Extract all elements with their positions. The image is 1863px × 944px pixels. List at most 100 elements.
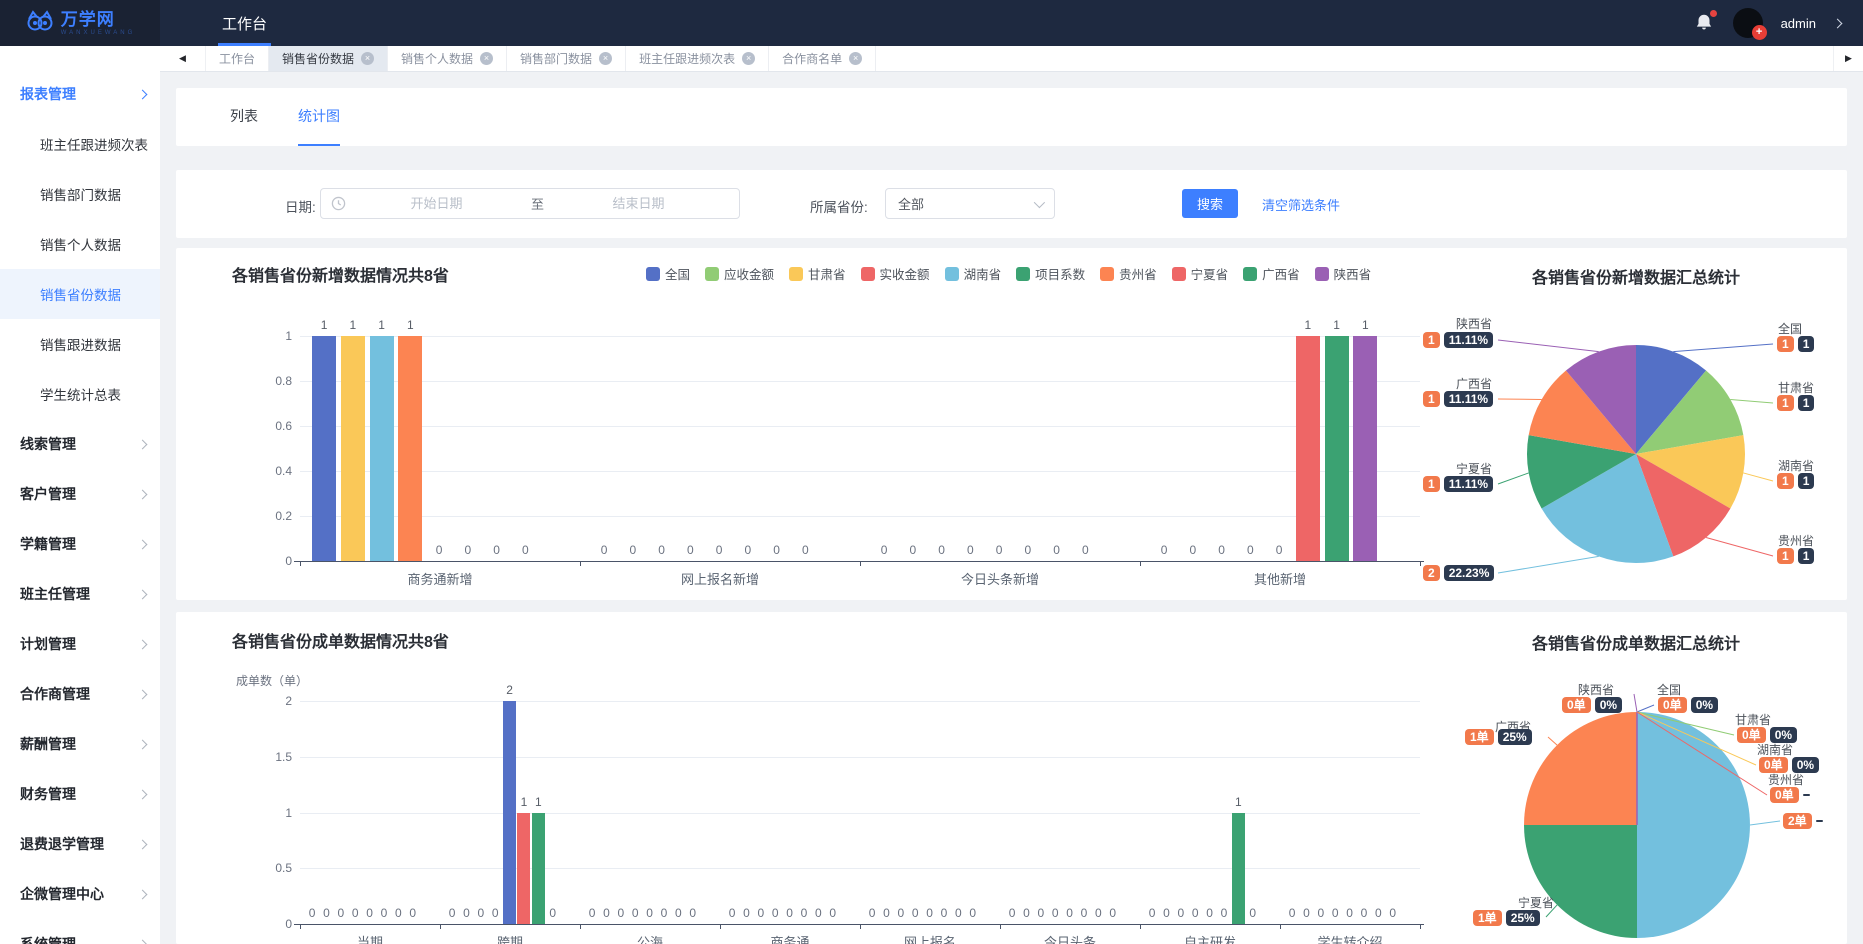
sidebar-menu: 报表管理班主任跟进频次表销售部门数据销售个人数据销售省份数据销售跟进数据学生统计…	[0, 69, 160, 944]
tab-scroll-left-icon[interactable]: ◀	[160, 46, 206, 71]
x-axis-tick	[1280, 924, 1281, 929]
user-menu-chevron-icon[interactable]	[1833, 18, 1843, 28]
y-axis-tick-label: 0	[258, 554, 292, 568]
chevron-right-icon	[138, 89, 148, 99]
tab-close-icon[interactable]: ×	[361, 52, 374, 65]
legend-color-chip	[1315, 267, 1329, 281]
workspace-tab-1[interactable]: 销售省份数据×	[269, 46, 388, 71]
app-window: 万学网 WANXUEWANG 工作台 + admin 报表管理班主任跟进频	[0, 0, 1863, 944]
pie-value-tag: 1	[1423, 391, 1440, 407]
legend-item[interactable]: 湖南省	[945, 264, 1002, 283]
username[interactable]: admin	[1781, 16, 1816, 31]
y-axis-tick-label: 0.4	[258, 464, 292, 478]
x-axis-category-label: 今日头条新增	[860, 569, 1140, 588]
y-axis-tick-label: 1.5	[258, 750, 292, 764]
pie-percent-tag: 0%	[1595, 697, 1622, 713]
pie-label-name: 宁夏省	[1412, 460, 1492, 477]
sidebar-subitem-0-0[interactable]: 班主任跟进频次表	[0, 119, 160, 169]
pie-label-tags: 0单0%	[1658, 697, 1718, 713]
bar	[1325, 336, 1349, 561]
pie-percent-tag: 25%	[1506, 910, 1540, 926]
x-axis-line	[294, 924, 1424, 925]
end-date-input[interactable]	[548, 196, 729, 211]
legend-item[interactable]: 甘肃省	[789, 264, 846, 283]
zero-value-label: 0	[543, 906, 563, 920]
chevron-right-icon	[138, 589, 148, 599]
tab-scroll-right-icon[interactable]: ▶	[1833, 46, 1863, 71]
logo-caption: WANXUEWANG	[61, 30, 136, 36]
tab-close-icon[interactable]: ×	[480, 52, 493, 65]
sidebar-item-1[interactable]: 线索管理	[0, 419, 160, 469]
sidebar-subitem-label: 班主任跟进频次表	[40, 134, 148, 154]
sidebar-subitem-0-5[interactable]: 学生统计总表	[0, 369, 160, 419]
avatar[interactable]: +	[1733, 8, 1763, 38]
view-tab-0[interactable]: 列表	[230, 88, 258, 146]
bar-value-label: 2	[498, 683, 522, 697]
sidebar-subitem-0-1[interactable]: 销售部门数据	[0, 169, 160, 219]
search-button[interactable]: 搜索	[1182, 189, 1238, 218]
sidebar-subitem-0-4[interactable]: 销售跟进数据	[0, 319, 160, 369]
view-tab-1[interactable]: 统计图	[298, 88, 340, 146]
start-date-input[interactable]	[346, 196, 527, 211]
province-select[interactable]: 全部	[885, 188, 1055, 219]
sidebar-item-5[interactable]: 计划管理	[0, 619, 160, 669]
workspace-tab-2[interactable]: 销售个人数据 ×	[388, 46, 507, 71]
chevron-right-icon	[138, 739, 148, 749]
legend-item[interactable]: 项目系数	[1016, 264, 1085, 283]
zero-value-label: 0	[903, 543, 923, 557]
workspace-tab-0[interactable]: 工作台	[206, 46, 269, 71]
legend-item[interactable]: 应收金额	[705, 264, 774, 283]
pie-value-tag: 1	[1777, 473, 1794, 489]
pie-label-name: 甘肃省	[1735, 711, 1771, 728]
pie-percent-tag: 11.11%	[1444, 476, 1493, 492]
clear-filters-link[interactable]: 清空筛选条件	[1262, 195, 1340, 214]
workspace-tab-5[interactable]: 合作商名单×	[769, 46, 876, 71]
sidebar-item-9[interactable]: 退费退学管理	[0, 819, 160, 869]
workspace-tab-3[interactable]: 销售部门数据×	[507, 46, 626, 71]
legend-item[interactable]: 广西省	[1243, 264, 1300, 283]
legend-item[interactable]: 贵州省	[1100, 264, 1157, 283]
tab-bar: ◀ 工作台销售省份数据×销售个人数据×销售部门数据×班主任跟进频次表×合作商名单…	[160, 46, 1863, 72]
app-logo[interactable]: 万学网 WANXUEWANG	[0, 0, 160, 46]
tab-close-icon[interactable]: ×	[742, 52, 755, 65]
sidebar-subitem-0-3[interactable]: 销售省份数据	[0, 269, 160, 319]
sidebar-item-10[interactable]: 企微管理中心	[0, 869, 160, 919]
notification-bell-icon[interactable]	[1693, 12, 1715, 34]
nav-item-workbench[interactable]: 工作台	[210, 0, 279, 46]
tab-close-icon[interactable]: ×	[599, 52, 612, 65]
zero-value-label: 0	[403, 906, 423, 920]
sidebar-item-2[interactable]: 客户管理	[0, 469, 160, 519]
legend-item[interactable]: 陕西省	[1315, 264, 1372, 283]
pie-label-leader-line	[1750, 821, 1780, 825]
x-axis-tick	[300, 561, 301, 566]
zero-value-label: 0	[960, 543, 980, 557]
legend-item[interactable]: 实收金额	[861, 264, 930, 283]
zero-value-label: 0	[823, 906, 843, 920]
pie-slice	[1524, 712, 1637, 825]
sidebar-item-7[interactable]: 薪酬管理	[0, 719, 160, 769]
sidebar-item-4[interactable]: 班主任管理	[0, 569, 160, 619]
workspace-tab-4[interactable]: 班主任跟进频次表 ×	[626, 46, 769, 71]
pie-slice	[1524, 825, 1637, 938]
sidebar-item-3[interactable]: 学籍管理	[0, 519, 160, 569]
workspace-tab-label: 班主任跟进频次表	[639, 50, 735, 67]
pie-label-name: 湖南省	[1757, 741, 1793, 758]
legend-item[interactable]: 宁夏省	[1172, 264, 1229, 283]
sidebar-subitem-0-2[interactable]: 销售个人数据	[0, 219, 160, 269]
pie-label-leader-line	[1498, 340, 1599, 352]
sidebar-item-6[interactable]: 合作商管理	[0, 669, 160, 719]
x-axis-tick	[1420, 924, 1421, 929]
sidebar-item-0[interactable]: 报表管理	[0, 69, 160, 119]
bar-chart1-title: 各销售省份新增数据情况共8省	[232, 262, 449, 286]
workspace-tab-label: 销售个人数据	[401, 50, 473, 67]
sidebar-item-8[interactable]: 财务管理	[0, 769, 160, 819]
legend-item[interactable]: 全国	[646, 264, 690, 283]
sidebar-subitem-label: 销售部门数据	[40, 184, 121, 204]
legend-item-label: 湖南省	[964, 264, 1002, 283]
x-axis-category-label: 网上报名新增	[580, 569, 860, 588]
tab-close-icon[interactable]: ×	[849, 52, 862, 65]
sidebar-item-label: 薪酬管理	[20, 734, 139, 754]
date-range-picker[interactable]: 至	[320, 188, 740, 219]
chevron-right-icon	[138, 689, 148, 699]
sidebar-item-11[interactable]: 系统管理	[0, 919, 160, 944]
